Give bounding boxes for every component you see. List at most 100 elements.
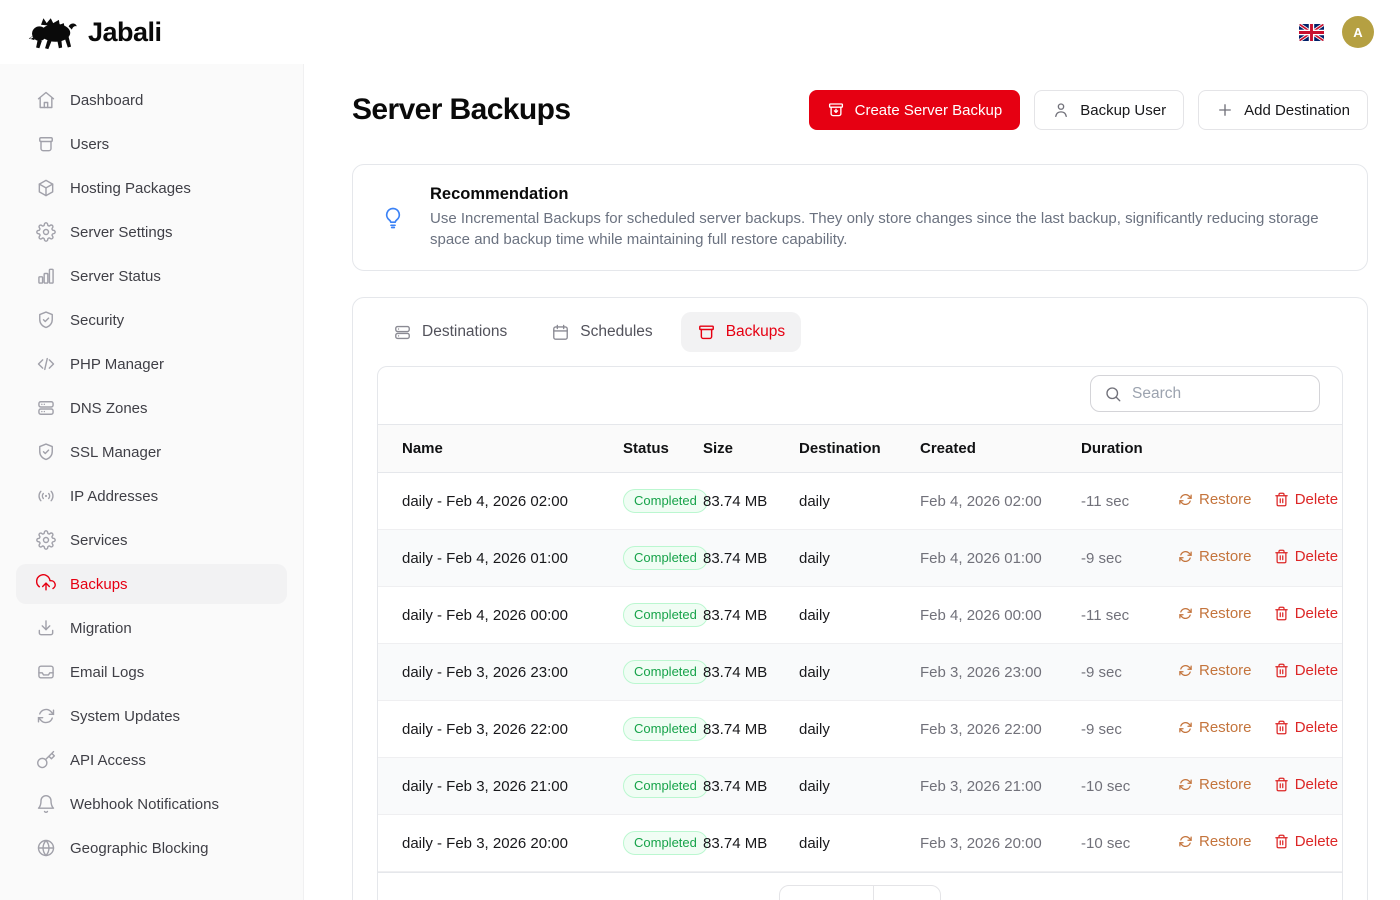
backup-name: daily - Feb 3, 2026 21:00 <box>378 758 615 815</box>
backup-size: 83.74 MB <box>695 758 791 815</box>
tab-schedules[interactable]: Schedules <box>535 312 668 352</box>
user-avatar[interactable]: A <box>1342 16 1374 48</box>
sidebar-item-label: DNS Zones <box>70 400 148 417</box>
sidebar-item-services[interactable]: Services <box>16 520 287 560</box>
sidebar-item-ssl-manager[interactable]: SSL Manager <box>16 432 287 472</box>
language-flag-icon[interactable] <box>1299 24 1324 41</box>
status-badge: Completed <box>623 831 708 855</box>
column-header-actions <box>1170 425 1342 473</box>
restore-button[interactable]: Restore <box>1178 662 1252 679</box>
backup-duration: -9 sec <box>1073 530 1170 587</box>
delete-button[interactable]: Delete <box>1274 833 1338 850</box>
sidebar-item-users[interactable]: Users <box>16 124 287 164</box>
sidebar-item-email-logs[interactable]: Email Logs <box>16 652 287 692</box>
tab-backups[interactable]: Backups <box>681 312 801 352</box>
user-icon <box>1052 101 1070 119</box>
action-label: Delete <box>1295 662 1338 679</box>
restore-button[interactable]: Restore <box>1178 605 1252 622</box>
delete-button[interactable]: Delete <box>1274 548 1338 565</box>
sidebar-item-dns-zones[interactable]: DNS Zones <box>16 388 287 428</box>
backup-user-button[interactable]: Backup User <box>1034 90 1184 130</box>
archive-arrow-down-icon <box>827 101 845 119</box>
backup-duration: -9 sec <box>1073 701 1170 758</box>
gear-icon <box>36 222 56 242</box>
sidebar-item-server-settings[interactable]: Server Settings <box>16 212 287 252</box>
trash-icon <box>1274 777 1289 792</box>
boar-logo-icon <box>28 13 80 51</box>
sidebar-item-geographic-blocking[interactable]: Geographic Blocking <box>16 828 287 868</box>
backup-created: Feb 3, 2026 23:00 <box>912 644 1073 701</box>
column-header-destination: Destination <box>791 425 912 473</box>
code-icon <box>36 354 56 374</box>
sidebar-item-ip-addresses[interactable]: IP Addresses <box>16 476 287 516</box>
cloud-upload-icon <box>36 574 56 594</box>
delete-button[interactable]: Delete <box>1274 719 1338 736</box>
backup-destination: daily <box>791 815 912 872</box>
tab-destinations[interactable]: Destinations <box>377 312 523 352</box>
sidebar-item-dashboard[interactable]: Dashboard <box>16 80 287 120</box>
archive-box-icon <box>697 323 716 342</box>
key-icon <box>36 750 56 770</box>
action-label: Restore <box>1199 548 1252 565</box>
search-input[interactable] <box>1132 385 1306 403</box>
tab-label: Schedules <box>580 323 652 341</box>
sidebar-item-label: Webhook Notifications <box>70 796 219 813</box>
sidebar-item-hosting-packages[interactable]: Hosting Packages <box>16 168 287 208</box>
server-stack-icon <box>36 398 56 418</box>
action-label: Restore <box>1199 776 1252 793</box>
backup-size: 83.74 MB <box>695 701 791 758</box>
sidebar-item-system-updates[interactable]: System Updates <box>16 696 287 736</box>
sidebar-item-backups[interactable]: Backups <box>16 564 287 604</box>
brand-logo[interactable]: Jabali <box>28 13 162 51</box>
restore-button[interactable]: Restore <box>1178 548 1252 565</box>
backup-duration: -10 sec <box>1073 758 1170 815</box>
delete-button[interactable]: Delete <box>1274 605 1338 622</box>
table-header-row: Name Status Size Destination Created Dur… <box>378 425 1342 473</box>
restore-button[interactable]: Restore <box>1178 833 1252 850</box>
delete-button[interactable]: Delete <box>1274 491 1338 508</box>
sidebar-item-webhook-notifications[interactable]: Webhook Notifications <box>16 784 287 824</box>
sidebar-item-server-status[interactable]: Server Status <box>16 256 287 296</box>
add-destination-button[interactable]: Add Destination <box>1198 90 1368 130</box>
refresh-icon <box>1178 492 1193 507</box>
restore-button[interactable]: Restore <box>1178 776 1252 793</box>
backup-created: Feb 4, 2026 02:00 <box>912 473 1073 530</box>
inbox-icon <box>36 662 56 682</box>
backup-name: daily - Feb 4, 2026 02:00 <box>378 473 615 530</box>
sidebar-item-security[interactable]: Security <box>16 300 287 340</box>
column-header-name: Name <box>378 425 615 473</box>
sidebar-item-api-access[interactable]: API Access <box>16 740 287 780</box>
backups-table-card: Name Status Size Destination Created Dur… <box>377 366 1343 900</box>
action-label: Restore <box>1199 662 1252 679</box>
restore-button[interactable]: Restore <box>1178 491 1252 508</box>
backups-panel: Destinations Schedules Backups <box>352 297 1368 900</box>
sidebar-item-label: Security <box>70 312 124 329</box>
backup-duration: -11 sec <box>1073 587 1170 644</box>
action-label: Restore <box>1199 719 1252 736</box>
column-header-status: Status <box>615 425 695 473</box>
per-page-select[interactable]: 10 <box>874 886 941 900</box>
recommendation-card: Recommendation Use Incremental Backups f… <box>352 164 1368 271</box>
sidebar-item-migration[interactable]: Migration <box>16 608 287 648</box>
action-label: Delete <box>1295 833 1338 850</box>
delete-button[interactable]: Delete <box>1274 776 1338 793</box>
cube-icon <box>36 178 56 198</box>
brand-name: Jabali <box>88 17 162 48</box>
status-badge: Completed <box>623 603 708 627</box>
tab-label: Destinations <box>422 323 507 341</box>
backup-name: daily - Feb 3, 2026 23:00 <box>378 644 615 701</box>
trash-icon <box>1274 492 1289 507</box>
delete-button[interactable]: Delete <box>1274 662 1338 679</box>
restore-button[interactable]: Restore <box>1178 719 1252 736</box>
download-icon <box>36 618 56 638</box>
sidebar-item-php-manager[interactable]: PHP Manager <box>16 344 287 384</box>
backup-duration: -10 sec <box>1073 815 1170 872</box>
table-row: daily - Feb 3, 2026 23:00 Completed 83.7… <box>378 644 1342 701</box>
sidebar-item-label: Migration <box>70 620 132 637</box>
sidebar-item-label: SSL Manager <box>70 444 161 461</box>
tab-bar: Destinations Schedules Backups <box>377 312 1343 352</box>
globe-icon <box>36 838 56 858</box>
recommendation-body: Use Incremental Backups for scheduled se… <box>430 209 1330 250</box>
create-server-backup-button[interactable]: Create Server Backup <box>809 90 1021 130</box>
status-badge: Completed <box>623 489 708 513</box>
